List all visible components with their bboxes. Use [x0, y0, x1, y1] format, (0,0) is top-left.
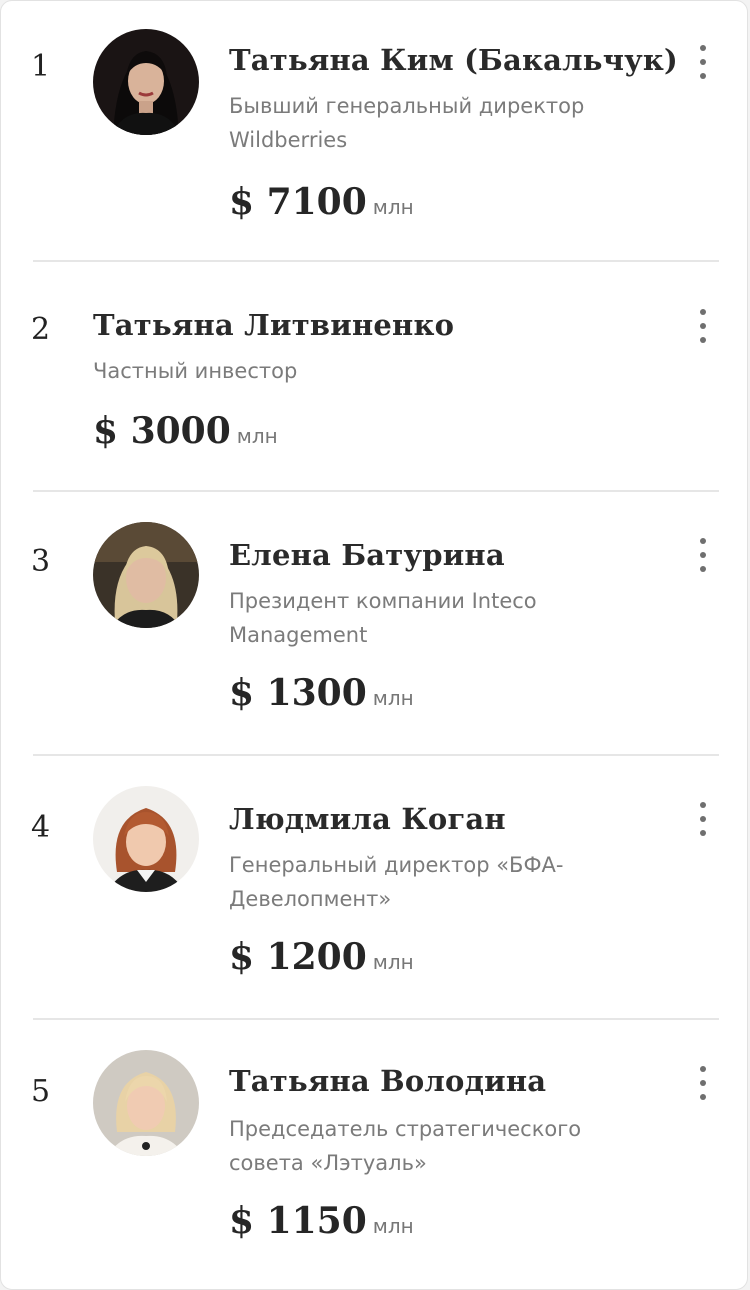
person-description: Частный инвестор — [93, 354, 297, 388]
description-line: Генеральный директор «БФА- — [229, 853, 564, 877]
description-line: совета «Лэтуаль» — [229, 1151, 427, 1175]
net-worth-unit: млн — [372, 195, 414, 219]
description-line: Wildberries — [229, 128, 348, 152]
net-worth: $ 3000 млн — [93, 410, 278, 452]
description-line: Девелопмент» — [229, 887, 392, 911]
more-options-icon[interactable] — [693, 538, 713, 572]
description-line: Президент компании Inteco — [229, 589, 537, 613]
net-worth: $ 1200 млн — [229, 936, 414, 978]
ranking-list: 1 Татьяна Ким (Бакальчук) Бывший генерал… — [0, 0, 748, 1290]
person-description: Генеральный директор «БФА- Девелопмент» — [229, 848, 563, 916]
net-worth-amount: $ 1200 — [229, 936, 367, 978]
person-name[interactable]: Татьяна Володина — [229, 1064, 546, 1098]
description-line: Management — [229, 623, 368, 647]
rank-number: 2 — [31, 312, 51, 347]
net-worth-unit: млн — [372, 950, 414, 974]
person-name[interactable]: Татьяна Литвиненко — [93, 308, 454, 342]
more-options-icon[interactable] — [693, 309, 713, 343]
list-item[interactable]: 3 Елена Батурина Президент компании Inte… — [1, 492, 749, 754]
net-worth-unit: млн — [236, 424, 278, 448]
net-worth-amount: $ 7100 — [229, 181, 367, 223]
description-line: Председатель стратегического — [229, 1117, 582, 1141]
net-worth: $ 1150 млн — [229, 1200, 414, 1242]
avatar — [93, 786, 199, 892]
net-worth-unit: млн — [372, 686, 414, 710]
rank-number: 5 — [31, 1074, 51, 1109]
avatar — [93, 522, 199, 628]
rank-number: 4 — [31, 810, 51, 845]
avatar — [93, 1050, 199, 1156]
description-line: Частный инвестор — [93, 359, 298, 383]
net-worth-amount: $ 1300 — [229, 672, 367, 714]
net-worth-unit: млн — [372, 1214, 414, 1238]
rank-number: 1 — [31, 49, 51, 84]
list-item[interactable]: 1 Татьяна Ким (Бакальчук) Бывший генерал… — [1, 1, 749, 261]
person-name[interactable]: Татьяна Ким (Бакальчук) — [229, 43, 678, 77]
list-item[interactable]: 4 Людмила Коган Генеральный директор «БФ… — [1, 756, 749, 1018]
person-description: Бывший генеральный директор Wildberries — [229, 89, 584, 157]
net-worth: $ 7100 млн — [229, 181, 414, 223]
net-worth: $ 1300 млн — [229, 672, 414, 714]
more-options-icon[interactable] — [693, 45, 713, 79]
person-name[interactable]: Людмила Коган — [229, 802, 506, 836]
net-worth-amount: $ 3000 — [93, 410, 231, 452]
more-options-icon[interactable] — [693, 1066, 713, 1100]
avatar — [93, 29, 199, 135]
rank-number: 3 — [31, 544, 51, 579]
person-description: Президент компании Inteco Management — [229, 584, 537, 652]
more-options-icon[interactable] — [693, 802, 713, 836]
description-line: Бывший генеральный директор — [229, 94, 585, 118]
person-name[interactable]: Елена Батурина — [229, 538, 505, 572]
person-description: Председатель стратегического совета «Лэт… — [229, 1112, 581, 1180]
net-worth-amount: $ 1150 — [229, 1200, 367, 1242]
list-item[interactable]: 2 Татьяна Литвиненко Частный инвестор $ … — [1, 262, 749, 490]
list-item[interactable]: 5 Татьяна Володина Председатель стратеги… — [1, 1020, 749, 1282]
